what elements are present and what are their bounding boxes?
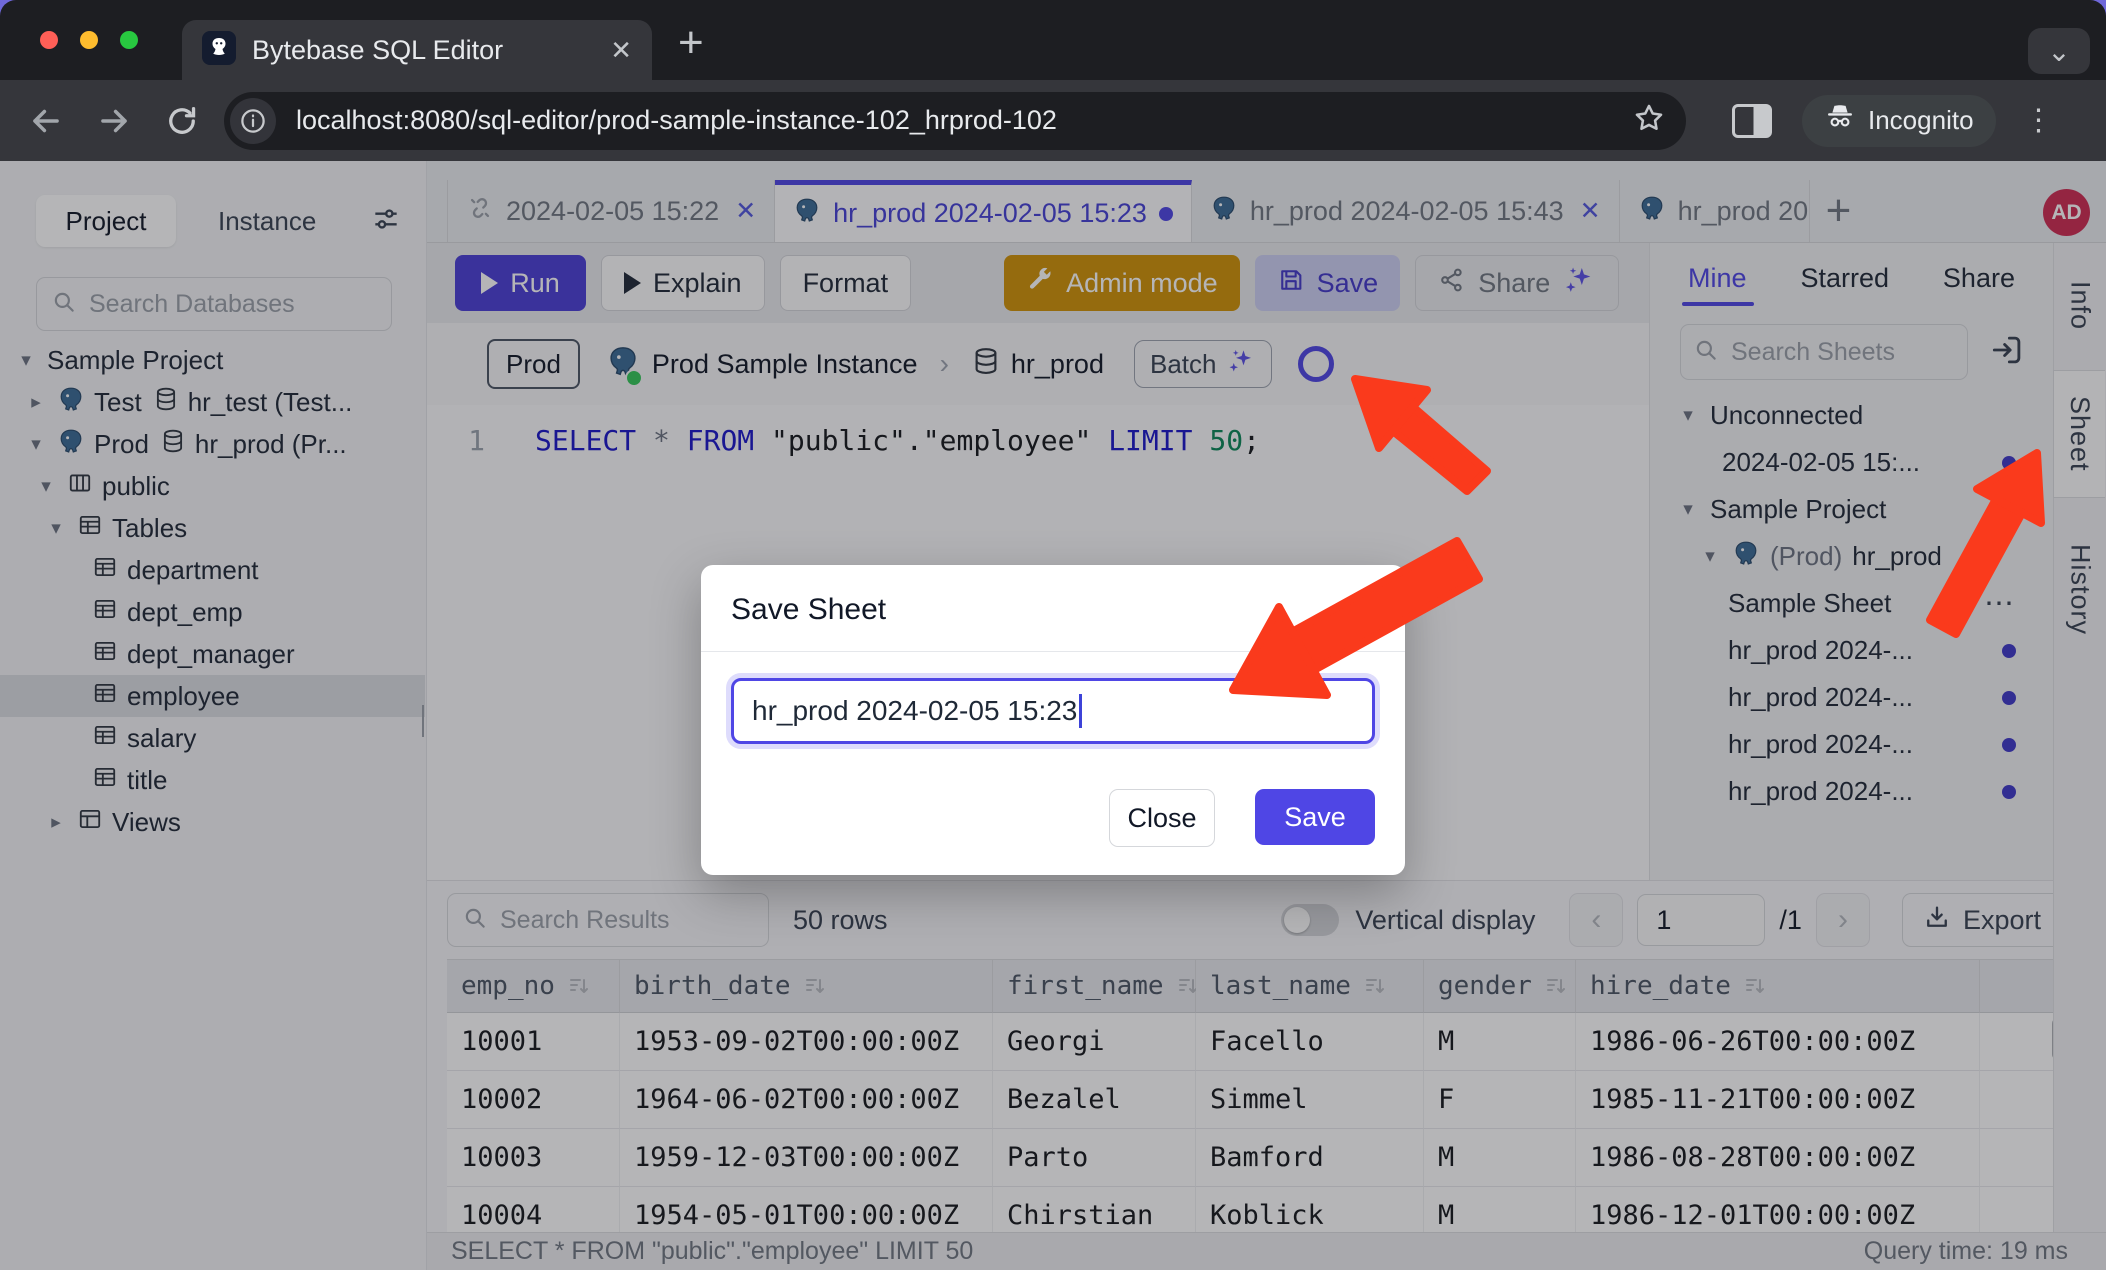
chevron-down-icon: ⌄ xyxy=(2047,35,2070,68)
dialog-close-icon[interactable]: ✕ xyxy=(1346,595,1371,625)
back-button[interactable] xyxy=(24,99,68,143)
dialog-close-button[interactable]: Close xyxy=(1109,789,1215,847)
browser-tabstrip: Bytebase SQL Editor ✕ + ⌄ xyxy=(0,0,2106,80)
incognito-badge: Incognito xyxy=(1802,95,1996,147)
browser-menu-icon[interactable]: ⋮ xyxy=(2024,103,2054,138)
dialog-title: Save Sheet xyxy=(731,593,886,627)
url-text: localhost:8080/sql-editor/prod-sample-in… xyxy=(296,105,1632,136)
new-tab-button[interactable]: + xyxy=(678,18,704,68)
incognito-label: Incognito xyxy=(1868,105,1974,136)
incognito-hat-icon xyxy=(1824,101,1856,140)
browser-tab-title: Bytebase SQL Editor xyxy=(252,35,610,66)
tab-search-button[interactable]: ⌄ xyxy=(2028,28,2090,74)
bookmark-star-icon[interactable] xyxy=(1632,101,1666,140)
bytebase-favicon-icon xyxy=(202,31,236,70)
window-controls xyxy=(40,31,138,49)
browser-tab[interactable]: Bytebase SQL Editor ✕ xyxy=(182,20,652,80)
forward-button[interactable] xyxy=(92,99,136,143)
browser-toolbar: localhost:8080/sql-editor/prod-sample-in… xyxy=(0,80,2106,161)
split-screen-icon[interactable] xyxy=(1732,104,1772,138)
reload-button[interactable] xyxy=(160,99,204,143)
window-close-button[interactable] xyxy=(40,31,58,49)
sheet-name-value: hr_prod 2024-02-05 15:23 xyxy=(752,695,1077,727)
site-info-icon[interactable] xyxy=(230,98,276,144)
browser-tab-close-icon[interactable]: ✕ xyxy=(610,35,632,66)
dialog-save-button[interactable]: Save xyxy=(1255,789,1375,845)
address-bar[interactable]: localhost:8080/sql-editor/prod-sample-in… xyxy=(224,92,1686,150)
window-minimize-button[interactable] xyxy=(80,31,98,49)
dialog-divider xyxy=(701,651,1405,652)
save-sheet-dialog: Save Sheet ✕ hr_prod 2024-02-05 15:23 Cl… xyxy=(701,565,1405,875)
text-cursor xyxy=(1079,694,1082,728)
window-zoom-button[interactable] xyxy=(120,31,138,49)
screenshot-root: Bytebase SQL Editor ✕ + ⌄ localhost:8080… xyxy=(0,0,2106,1270)
sheet-name-input[interactable]: hr_prod 2024-02-05 15:23 xyxy=(731,678,1375,744)
